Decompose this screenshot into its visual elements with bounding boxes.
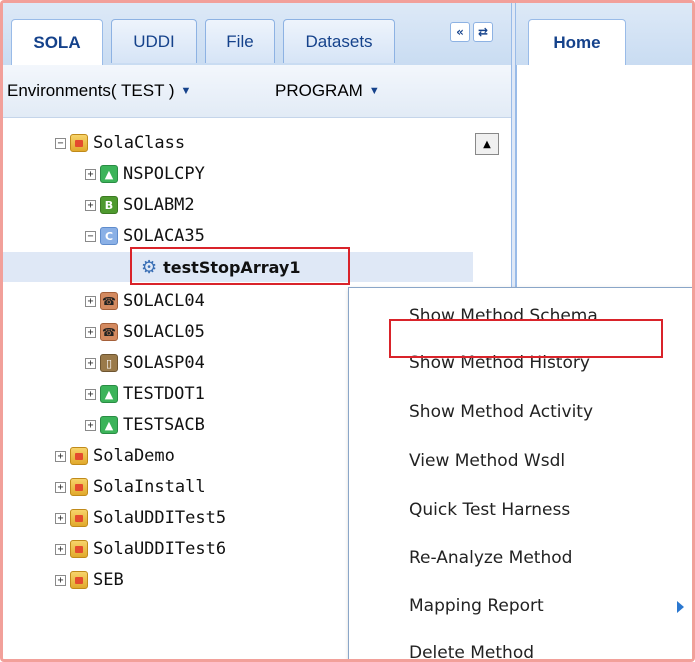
menu-item-highlight [389,319,663,358]
menu-item-label: Show Method Activity [409,402,594,422]
tree-node-label: SOLACA35 [123,226,205,246]
menu-item-quick-test-harness[interactable]: Quick Test Harness [349,487,692,533]
tab-uddi[interactable]: UDDI [111,19,197,63]
program-dropdown[interactable]: PROGRAM ▼ [275,81,380,101]
tree-node-label: TESTSACB [123,415,205,435]
folder-icon [70,540,88,558]
tree-node-solaclass[interactable]: − SolaClass [3,128,525,158]
expand-icon[interactable]: + [85,419,96,431]
expand-icon[interactable]: + [85,357,96,369]
folder-icon [70,478,88,496]
expand-icon[interactable]: + [85,326,96,338]
menu-item-re-analyze-method[interactable]: Re-Analyze Method [349,535,692,581]
window-frame: SOLA UDDI File Datasets « ⇄ Environments… [0,0,695,662]
tree-node-label: SOLABM2 [123,195,195,215]
collapse-icon[interactable]: − [85,230,96,242]
folder-icon [70,134,88,152]
tree-node-label: SOLASP04 [123,353,205,373]
expand-icon[interactable]: + [55,543,66,555]
menu-item-mapping-report[interactable]: Mapping Report [349,583,692,629]
chevron-down-icon: ▼ [368,85,380,97]
tree-node-label: SolaUDDITest6 [93,539,227,559]
b-icon: B [100,196,118,214]
expand-icon[interactable]: + [85,199,96,211]
folder-icon [70,571,88,589]
menu-item-delete-method[interactable]: Delete Method [349,630,692,662]
tree-node-label: SOLACL05 [123,322,205,342]
explorer-tab-bar: SOLA UDDI File Datasets « ⇄ [3,3,511,66]
expand-icon[interactable]: + [55,450,66,462]
selected-node-highlight [130,247,350,285]
tree-node-label: TESTDOT1 [123,384,205,404]
green-arrow-icon: ▲ [100,385,118,403]
green-arrow-icon: ▲ [100,416,118,434]
chevron-down-icon: ▼ [180,85,192,97]
menu-item-label: Quick Test Harness [409,500,571,520]
phone-icon: ☎ [100,323,118,341]
program-label: PROGRAM [275,81,363,100]
refresh-icon[interactable]: ⇄ [473,22,493,42]
clipboard-icon: ▯ [100,354,118,372]
tree-node-label: SolaInstall [93,477,206,497]
tab-home[interactable]: Home [528,19,626,65]
collapse-icon[interactable]: − [55,137,66,149]
expand-icon[interactable]: + [55,512,66,524]
environment-label: Environments( TEST ) [7,81,175,100]
menu-item-view-method-wsdl[interactable]: View Method Wsdl [349,438,692,484]
green-arrow-icon: ▲ [100,165,118,183]
menu-item-label: Re-Analyze Method [409,548,573,568]
tree-node-label: SolaUDDITest5 [93,508,227,528]
menu-item-label: Delete Method [409,643,535,662]
folder-icon [70,447,88,465]
content-tab-bar: Home [516,3,692,66]
tree-node-label: SolaClass [93,133,186,153]
menu-item-label: Mapping Report [409,596,544,616]
tree-node-label: NSPOLCPY [123,164,205,184]
c-icon: C [100,227,118,245]
tab-file[interactable]: File [205,19,275,63]
environment-toolbar: Environments( TEST ) ▼ PROGRAM ▼ [3,65,511,118]
submenu-arrow-icon [677,601,684,613]
expand-icon[interactable]: + [55,481,66,493]
phone-icon: ☎ [100,292,118,310]
scroll-up-button[interactable]: ▲ [475,133,499,155]
menu-item-label: View Method Wsdl [409,451,566,471]
tree-node-label: SEB [93,570,124,590]
tree-node-nspolcpy[interactable]: + ▲ NSPOLCPY [3,159,555,189]
menu-item-show-method-activity[interactable]: Show Method Activity [349,389,692,435]
collapse-panel-icon[interactable]: « [450,22,470,42]
expand-icon[interactable]: + [85,388,96,400]
folder-icon [70,509,88,527]
tab-datasets[interactable]: Datasets [283,19,395,63]
expand-icon[interactable]: + [55,574,66,586]
tab-sola[interactable]: SOLA [11,19,103,65]
expand-icon[interactable]: + [85,168,96,180]
tree-node-label: SOLACL04 [123,291,205,311]
environment-dropdown[interactable]: Environments( TEST ) ▼ [7,81,191,101]
expand-icon[interactable]: + [85,295,96,307]
tree-node-solabm2[interactable]: + B SOLABM2 [3,190,555,220]
tree-node-label: SolaDemo [93,446,175,466]
